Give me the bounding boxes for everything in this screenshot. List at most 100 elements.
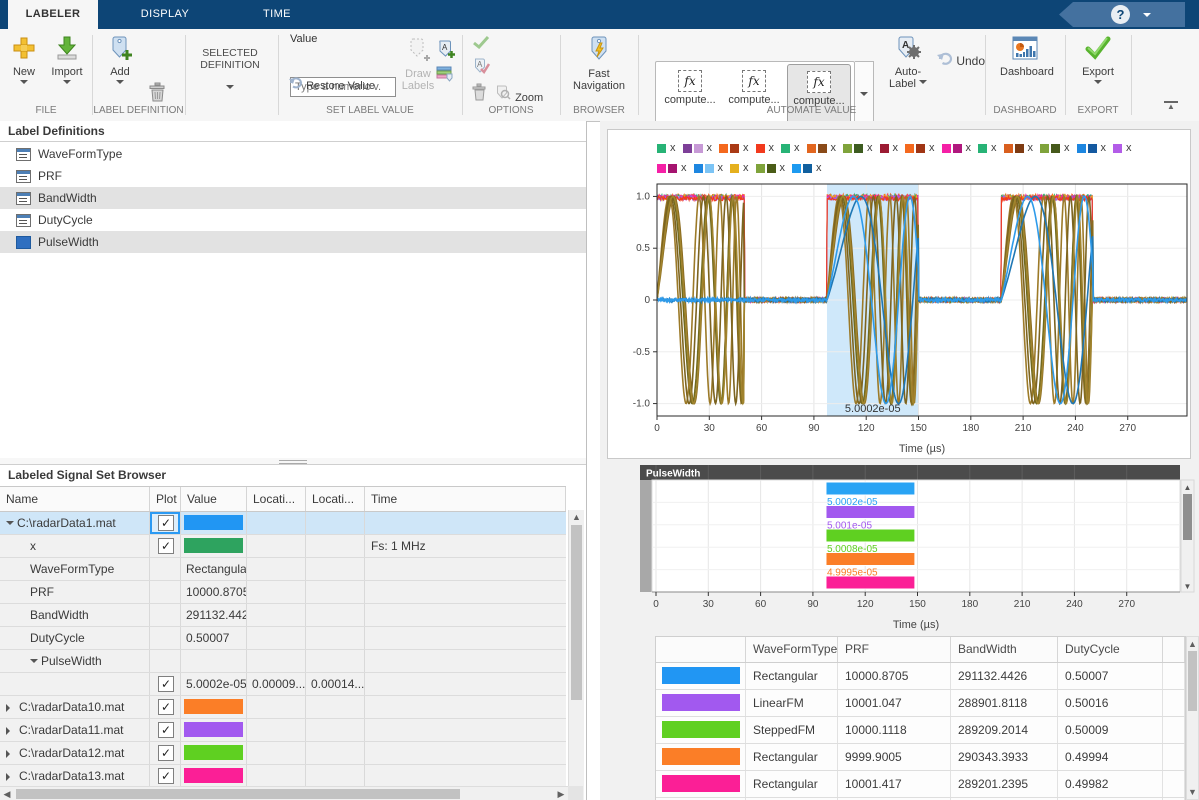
dashboard-button[interactable]: Dashboard: [1000, 35, 1054, 78]
label-definition-prf[interactable]: PRF: [0, 165, 586, 187]
table-row[interactable]: x ✓ Fs: 1 MHz: [0, 535, 566, 558]
legend-entry[interactable]: x: [879, 142, 898, 154]
browser-vertical-scrollbar[interactable]: ▲ ▼: [568, 510, 584, 800]
label-definition-pulsewidth[interactable]: PulseWidth: [0, 231, 586, 253]
table-row[interactable]: WaveFormType Rectangular: [0, 558, 566, 581]
new-button[interactable]: New: [4, 35, 44, 90]
legend-entry[interactable]: x: [755, 142, 774, 154]
tab-labeler[interactable]: LABELER: [8, 0, 98, 29]
restore-value-button[interactable]: Restore Value: [288, 76, 375, 92]
pulsewidth-bar[interactable]: [825, 528, 916, 543]
tab-time[interactable]: TIME: [232, 0, 322, 29]
values-table-row[interactable]: LinearFM 10001.047 288901.8118 0.50016: [656, 690, 1185, 717]
legend-entry[interactable]: x: [1113, 142, 1132, 154]
table-row[interactable]: C:\radarData12.mat ✓: [0, 742, 566, 765]
help-icon[interactable]: ?: [1111, 5, 1130, 24]
label-definition-dutycycle[interactable]: DutyCycle: [0, 209, 586, 231]
legend-entry[interactable]: x: [1040, 142, 1070, 154]
column-header-name[interactable]: Name: [0, 487, 150, 511]
plot-checkbox[interactable]: ✓: [158, 745, 174, 761]
accept-button[interactable]: [472, 35, 490, 52]
undo-button[interactable]: Undo: [936, 51, 985, 68]
pulsewidth-bar[interactable]: [825, 505, 916, 519]
browser-horizontal-scrollbar[interactable]: ◀ ▶: [0, 786, 568, 800]
column-header-value[interactable]: Value: [181, 487, 247, 511]
band-left-strip[interactable]: [640, 480, 652, 592]
import-button[interactable]: Import: [46, 35, 88, 90]
table-row[interactable]: C:\radarData13.mat ✓: [0, 765, 566, 788]
legend-entry[interactable]: x: [1003, 142, 1033, 154]
scroll-left-icon[interactable]: ◀: [0, 787, 14, 800]
legend-entry[interactable]: x: [657, 142, 676, 154]
help-dropdown-caret-icon[interactable]: [1143, 13, 1151, 21]
auto-label-button[interactable]: A Auto- Label: [884, 35, 932, 90]
values-table-row[interactable]: Rectangular 9999.9005 290343.3933 0.49994: [656, 744, 1185, 771]
collapse-arrow-icon[interactable]: [30, 659, 38, 667]
draw-labels-button[interactable]: Draw Labels: [396, 37, 440, 92]
tab-display[interactable]: DISPLAY: [98, 0, 232, 29]
delete-definition-button[interactable]: [146, 81, 166, 106]
fast-navigation-button[interactable]: Fast Navigation: [564, 35, 634, 92]
expand-arrow-icon[interactable]: [6, 750, 14, 758]
scroll-down-icon[interactable]: ▼: [1184, 582, 1192, 591]
column-header-locati[interactable]: Locati...: [306, 487, 365, 511]
expand-arrow-icon[interactable]: [6, 727, 14, 735]
add-auto-label-button[interactable]: A: [436, 39, 456, 62]
scroll-up-icon[interactable]: ▲: [1184, 483, 1192, 492]
export-button[interactable]: Export: [1074, 35, 1122, 90]
column-header-locati[interactable]: Locati...: [247, 487, 306, 511]
table-row[interactable]: DutyCycle 0.50007: [0, 627, 566, 650]
plot-checkbox[interactable]: ✓: [158, 515, 174, 531]
legend-entry[interactable]: x: [1076, 142, 1106, 154]
column-header-bandwidth[interactable]: BandWidth: [951, 637, 1058, 662]
table-row[interactable]: PulseWidth: [0, 650, 566, 673]
column-header-swatch[interactable]: [1163, 637, 1185, 662]
scroll-up-icon[interactable]: ▲: [569, 511, 584, 523]
legend-entry[interactable]: x: [905, 142, 935, 154]
label-accept-button[interactable]: A: [472, 57, 491, 78]
delete-label-button[interactable]: [470, 83, 487, 104]
legend-entry[interactable]: x: [719, 142, 749, 154]
add-definition-button[interactable]: Add: [100, 35, 140, 90]
scroll-down-icon[interactable]: ▼: [1187, 786, 1198, 798]
selected-definition-dropdown[interactable]: SELECTED DEFINITION: [190, 47, 270, 95]
values-table-row[interactable]: Rectangular 10001.417 289201.2395 0.49982: [656, 771, 1185, 798]
column-header-swatch[interactable]: [656, 637, 746, 662]
band-header[interactable]: [640, 465, 1180, 480]
legend-entry[interactable]: x: [941, 142, 971, 154]
pulsewidth-bar[interactable]: [825, 552, 916, 566]
pulsewidth-label-band-plot[interactable]: PulseWidth5.0002e-055.001e-055.0008e-054…: [600, 465, 1199, 637]
table-row[interactable]: PRF 10000.8705: [0, 581, 566, 604]
column-header-waveformtype[interactable]: WaveFormType: [746, 637, 838, 662]
collapse-arrow-icon[interactable]: [6, 521, 14, 529]
scroll-thumb[interactable]: [571, 525, 582, 700]
plot-checkbox[interactable]: ✓: [158, 768, 174, 784]
plot-checkbox[interactable]: ✓: [158, 538, 174, 554]
help-badge[interactable]: ?: [1059, 2, 1185, 27]
plot-checkbox[interactable]: ✓: [158, 699, 174, 715]
label-definition-waveformtype[interactable]: WaveFormType: [0, 143, 586, 165]
table-vertical-scrollbar[interactable]: ▲ ▼: [1186, 636, 1199, 800]
scroll-thumb[interactable]: [1188, 651, 1197, 711]
table-row[interactable]: BandWidth 291132.4426: [0, 604, 566, 627]
zoom-button[interactable]: Zoom: [494, 85, 543, 104]
plot-checkbox[interactable]: ✓: [158, 722, 174, 738]
legend-entry[interactable]: x: [682, 142, 712, 154]
collapse-ribbon-button[interactable]: ▲: [1164, 101, 1178, 111]
scroll-right-icon[interactable]: ▶: [554, 787, 568, 800]
column-header-dutycycle[interactable]: DutyCycle: [1058, 637, 1163, 662]
plot-checkbox[interactable]: ✓: [158, 676, 174, 692]
table-row[interactable]: ✓ 5.0002e-05 0.00009... 0.00014...: [0, 673, 566, 696]
expand-arrow-icon[interactable]: [6, 773, 14, 781]
scroll-thumb[interactable]: [16, 789, 460, 799]
column-header-time[interactable]: Time: [365, 487, 566, 511]
scroll-thumb[interactable]: [1183, 494, 1192, 540]
label-layers-button[interactable]: [436, 65, 456, 86]
scroll-up-icon[interactable]: ▲: [1187, 638, 1198, 650]
signal-time-plot[interactable]: 0 30 60 90 120 150 180 210 240 270 1.0 0.5 0 -0.5 -1.0…: [608, 170, 1192, 458]
table-row[interactable]: C:\radarData1.mat ✓: [0, 512, 566, 535]
table-row[interactable]: C:\radarData10.mat ✓: [0, 696, 566, 719]
pulsewidth-bar[interactable]: [825, 575, 916, 590]
values-table-row[interactable]: SteppedFM 10000.1118 289209.2014 0.50009: [656, 717, 1185, 744]
label-definition-bandwidth[interactable]: BandWidth: [0, 187, 586, 209]
